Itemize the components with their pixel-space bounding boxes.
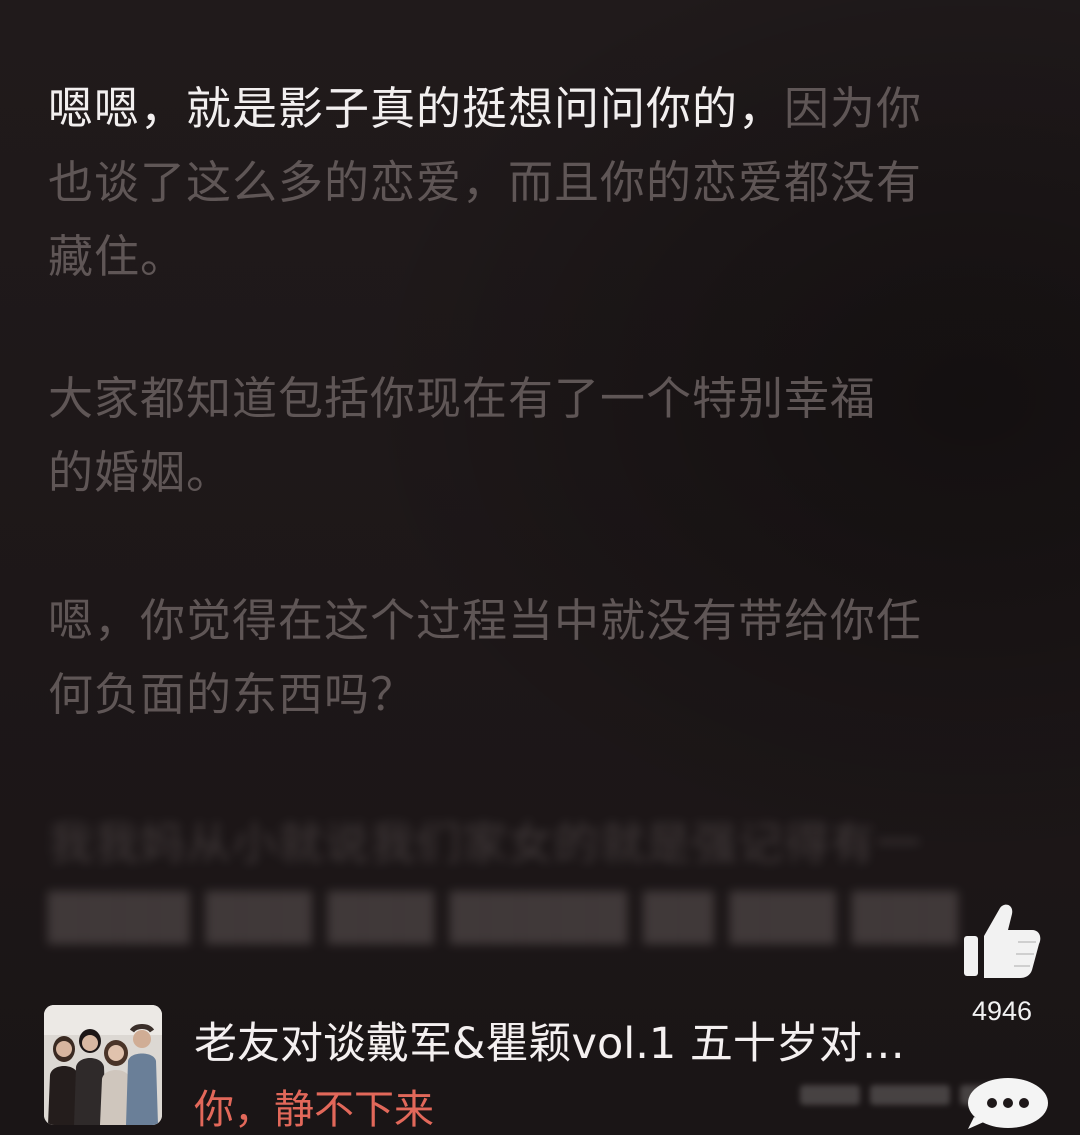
subtitle-line: 的婚姻。 — [48, 446, 233, 499]
video-title[interactable]: 老友对谈戴军&瞿颖vol.1 五十岁对… — [194, 1009, 994, 1071]
subtitle-line: 我我妈从小就说我们家女的就是强记得有一 — [48, 817, 923, 870]
subtitle-paragraph-3: 嗯，你觉得在这个过程当中就没有带给你任 何负面的东西吗？ — [48, 584, 922, 732]
more-options-button[interactable] — [964, 1073, 1052, 1131]
subtitle-paragraph-2: 大家都知道包括你现在有了一个特别幸福 的婚姻。 — [48, 362, 876, 510]
subtitle-current-text: 嗯嗯，就是影子真的挺想问问你的， — [48, 82, 785, 135]
subtitle-paragraph-4-blurred: 我我妈从小就说我们家女的就是强记得有一 ████ ███ ███ █████ █… — [48, 807, 959, 955]
subtitle-line: 大家都知道包括你现在有了一个特别幸福 — [48, 372, 877, 425]
more-dots-icon — [968, 1078, 1048, 1129]
thumbs-up-icon — [964, 904, 1041, 978]
subtitle-line-blurred: ████ ███ ███ █████ ██ ███ ███ — [48, 891, 959, 944]
subtitle-paragraph-1: 嗯嗯，就是影子真的挺想问问你的，因为你 也谈了这么多的恋爱，而且你的恋爱都没有 … — [48, 72, 922, 294]
group-photo-image — [44, 1005, 162, 1125]
subtitle-line: 也谈了这么多的恋爱，而且你的恋爱都没有 — [48, 156, 923, 209]
video-thumbnail[interactable] — [44, 1005, 162, 1125]
video-subtitle[interactable]: 你，静不下来 — [194, 1077, 434, 1135]
subtitle-line: 嗯嗯，就是影子真的挺想问问你的，因为你 — [48, 72, 922, 146]
video-screen[interactable]: 嗯嗯，就是影子真的挺想问问你的，因为你 也谈了这么多的恋爱，而且你的恋爱都没有 … — [0, 0, 1080, 1135]
subtitle-line: 何负面的东西吗？ — [48, 668, 417, 721]
subtitle-line: 藏住。 — [48, 230, 187, 283]
subtitle-line: 嗯，你觉得在这个过程当中就没有带给你任 — [48, 594, 923, 647]
subtitle-upcoming-text: 因为你 — [784, 82, 923, 135]
